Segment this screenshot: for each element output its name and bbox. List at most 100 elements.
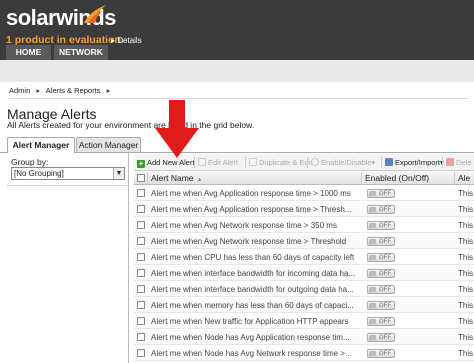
sub-nav-bar [0, 60, 474, 82]
alert-name-cell[interactable]: Alert me when interface bandwidth for in… [151, 266, 360, 281]
row-checkbox[interactable] [137, 317, 145, 325]
page-subtitle: All Alerts created for your environment … [7, 120, 255, 130]
alert-cell: This [458, 301, 474, 310]
toggle-knob [369, 335, 376, 340]
annotation-arrow [155, 100, 199, 158]
alert-name-cell[interactable]: Alert me when memory has less than 60 da… [151, 298, 360, 313]
alert-cell: This [458, 317, 474, 326]
divider [7, 185, 128, 186]
alert-name-cell[interactable]: Alert me when CPU has less than 60 days … [151, 250, 360, 265]
table-row[interactable]: Alert me when memory has less than 60 da… [134, 298, 474, 313]
tab-alert-manager[interactable]: Alert Manager [7, 137, 75, 153]
sort-ascending-icon: ▲ [196, 177, 203, 183]
toggle-label: OFF [379, 335, 391, 341]
group-by-select[interactable]: [No Grouping] ▼ [11, 167, 125, 180]
row-checkbox[interactable] [137, 237, 145, 245]
toolbar-divider [245, 157, 246, 168]
table-row[interactable]: Alert me when Avg Application response t… [134, 186, 474, 201]
toggle-knob [369, 303, 376, 308]
column-header-alert[interactable]: Ale [455, 172, 474, 185]
row-checkbox[interactable] [137, 285, 145, 293]
enabled-toggle[interactable]: OFF [367, 317, 395, 326]
alerts-grid: Alert Name ▲ Enabled (On/Off) Ale Alert m… [134, 172, 474, 363]
toolbar-divider [381, 157, 382, 168]
alert-cell: This [458, 285, 474, 294]
alert-name-cell[interactable]: Alert me when Node has Avg Application r… [151, 330, 360, 345]
table-row[interactable]: Alert me when Avg Network response time … [134, 234, 474, 249]
delete-button[interactable]: Dele [446, 157, 471, 168]
toggle-label: OFF [379, 351, 391, 357]
toggle-knob [369, 239, 376, 244]
table-row[interactable]: Alert me when interface bandwidth for ou… [134, 282, 474, 297]
toggle-knob [369, 191, 376, 196]
toggle-label: OFF [379, 271, 391, 277]
enabled-toggle[interactable]: OFF [367, 205, 395, 214]
enabled-toggle[interactable]: OFF [367, 237, 395, 246]
alert-name-cell[interactable]: Alert me when Avg Network response time … [151, 218, 360, 233]
enabled-toggle[interactable]: OFF [367, 285, 395, 294]
enabled-toggle[interactable]: OFF [367, 269, 395, 278]
select-all-checkbox[interactable] [137, 174, 145, 182]
alert-name-cell[interactable]: Alert me when New traffic for Applicatio… [151, 314, 360, 329]
toggle-label: OFF [379, 207, 391, 213]
column-header-enabled[interactable]: Enabled (On/Off) [362, 172, 455, 185]
select-all-cell [134, 172, 148, 185]
enabled-toggle[interactable]: OFF [367, 349, 395, 358]
alert-name-cell[interactable]: Alert me when Avg Application response t… [151, 202, 360, 217]
row-checkbox[interactable] [137, 301, 145, 309]
enabled-toggle[interactable]: OFF [367, 301, 395, 310]
table-row[interactable]: Alert me when interface bandwidth for in… [134, 266, 474, 281]
breadcrumb-admin[interactable]: Admin [9, 86, 30, 95]
details-link[interactable]: ▸ Details [111, 36, 142, 45]
delete-icon [446, 158, 454, 166]
export-icon [385, 158, 393, 166]
table-row[interactable]: Alert me when Node has Avg Network respo… [134, 346, 474, 361]
row-checkbox[interactable] [137, 333, 145, 341]
enable-disable-button[interactable]: Enable/Disable▾ [311, 157, 375, 168]
toggle-knob [369, 207, 376, 212]
row-checkbox[interactable] [137, 349, 145, 357]
toolbar-divider [307, 157, 308, 168]
tab-action-manager[interactable]: Action Manager [76, 137, 141, 152]
nav-network-tab[interactable]: NETWORK [54, 45, 108, 60]
alert-cell: This [458, 349, 474, 358]
enabled-toggle[interactable]: OFF [367, 253, 395, 262]
toggle-knob [369, 271, 376, 276]
toggle-knob [369, 351, 376, 356]
breadcrumb-separator-icon: ▸ [36, 86, 41, 95]
alert-name-cell[interactable]: Alert me when Node has Avg Network respo… [151, 346, 360, 361]
alert-cell: This [458, 333, 474, 342]
enabled-toggle[interactable]: OFF [367, 189, 395, 198]
table-row[interactable]: Alert me when New traffic for Applicatio… [134, 314, 474, 329]
duplicate-edit-button[interactable]: Duplicate & Edit [249, 157, 312, 168]
alert-name-cell[interactable]: Alert me when Avg Application response t… [151, 186, 360, 201]
table-row[interactable]: Alert me when CPU has less than 60 days … [134, 250, 474, 265]
breadcrumb-alerts-reports[interactable]: Alerts & Reports [46, 86, 101, 95]
chevron-down-icon[interactable]: ▼ [113, 168, 124, 179]
alert-cell: This [458, 221, 474, 230]
column-header-alert-name[interactable]: Alert Name ▲ [148, 172, 362, 185]
row-checkbox[interactable] [137, 221, 145, 229]
row-checkbox[interactable] [137, 269, 145, 277]
alert-name-cell[interactable]: Alert me when interface bandwidth for ou… [151, 282, 360, 297]
row-checkbox[interactable] [137, 189, 145, 197]
toggle-label: OFF [379, 319, 391, 325]
enabled-toggle[interactable]: OFF [367, 221, 395, 230]
breadcrumb-separator-icon: ▸ [106, 86, 111, 95]
toggle-knob [369, 319, 376, 324]
toggle-icon [311, 158, 319, 166]
row-checkbox[interactable] [137, 253, 145, 261]
alert-cell: This [458, 189, 474, 198]
edit-alert-button[interactable]: Edit Alert [198, 157, 238, 168]
table-row[interactable]: Alert me when Node has Avg Application r… [134, 330, 474, 345]
toggle-knob [369, 255, 376, 260]
export-import-button[interactable]: Export/Import▾ [385, 157, 444, 168]
toggle-knob [369, 223, 376, 228]
row-checkbox[interactable] [137, 205, 145, 213]
table-row[interactable]: Alert me when Avg Network response time … [134, 218, 474, 233]
nav-home-tab[interactable]: HOME [6, 45, 51, 60]
alert-name-cell[interactable]: Alert me when Avg Network response time … [151, 234, 360, 249]
table-row[interactable]: Alert me when Avg Application response t… [134, 202, 474, 217]
group-by-panel: Group by: [No Grouping] ▼ [7, 153, 129, 363]
enabled-toggle[interactable]: OFF [367, 333, 395, 342]
